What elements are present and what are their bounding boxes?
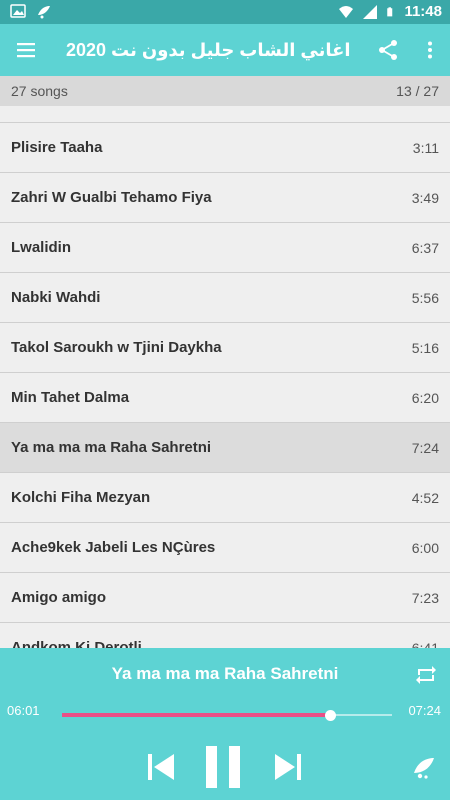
song-duration: 3:49 [411, 189, 439, 206]
song-title: Andkom Ki Derotli [11, 639, 142, 648]
song-row[interactable]: Plisire Taaha 3:11 [0, 122, 450, 172]
song-duration: 6:37 [411, 239, 439, 256]
song-row[interactable]: Nabki Wahdi 5:56 [0, 272, 450, 322]
more-vert-icon [428, 41, 432, 59]
song-title: Kolchi Fiha Mezyan [11, 489, 151, 506]
song-title: Nabki Wahdi [11, 289, 101, 306]
signal-icon [363, 4, 378, 19]
pause-button[interactable] [201, 743, 245, 791]
skip-previous-icon [148, 754, 174, 780]
previous-button[interactable] [143, 743, 179, 791]
song-title: Takol Saroukh w Tjini Daykha [11, 339, 222, 356]
wifi-icon [339, 5, 354, 18]
status-time: 11:48 [404, 3, 442, 20]
song-duration: 6:00 [411, 539, 439, 556]
song-duration: 4:52 [411, 489, 439, 506]
song-title: Zahri W Gualbi Tehamo Fiya [11, 189, 212, 206]
song-row[interactable]: Kolchi Fiha Mezyan 4:52 [0, 472, 450, 522]
song-list[interactable]: Plisire Taaha 3:11 Zahri W Gualbi Tehamo F… [0, 122, 450, 648]
status-bar: 11:48 [0, 0, 450, 24]
menu-icon [17, 43, 35, 58]
song-duration: 7:24 [411, 439, 439, 456]
song-title: Min Tahet Dalma [11, 389, 130, 406]
battery-icon [387, 6, 393, 16]
next-button[interactable] [270, 743, 306, 791]
menu-button[interactable] [0, 24, 52, 76]
song-row[interactable]: Zahri W Gualbi Tehamo Fiya 3:49 [0, 172, 450, 222]
seek-progress [62, 713, 331, 717]
app-title: اغاني الشاب جليل بدون نت 2020 [66, 39, 351, 60]
status-bar-notifications [10, 3, 52, 19]
song-title: Lwalidin [11, 239, 71, 256]
seek-bar[interactable] [62, 708, 392, 722]
leaf-logo-icon[interactable] [411, 754, 437, 780]
current-time: 06:01 [7, 703, 40, 718]
song-duration: 5:56 [411, 289, 439, 306]
song-duration: 7:23 [411, 589, 439, 606]
song-position: 13 / 27 [396, 83, 439, 99]
song-duration: 5:16 [411, 339, 439, 356]
song-duration: 6:20 [411, 389, 439, 406]
song-title: Ache9kek Jabeli Les NÇùres [11, 539, 216, 556]
total-time: 07:24 [408, 703, 441, 718]
seek-thumb[interactable] [325, 710, 337, 721]
pause-icon [206, 746, 240, 788]
repeat-icon[interactable] [413, 662, 439, 688]
song-row[interactable]: Ya ma ma ma Raha Sahretni 7:24 [0, 422, 450, 472]
song-duration: 6:41 [411, 639, 439, 649]
list-header: 27 songs 13 / 27 [0, 76, 450, 106]
share-icon[interactable] [376, 38, 400, 62]
song-row[interactable]: Ache9kek Jabeli Les NÇùres 6:00 [0, 522, 450, 572]
song-row[interactable]: Andkom Ki Derotli 6:41 [0, 622, 450, 648]
more-options-button[interactable] [418, 38, 442, 62]
song-row[interactable]: Amigo amigo 7:23 [0, 572, 450, 622]
player-panel: Ya ma ma ma Raha Sahretni 06:01 07:24 [0, 648, 450, 800]
song-title: Ya ma ma ma Raha Sahretni [11, 439, 212, 456]
song-row[interactable]: Takol Saroukh w Tjini Daykha 5:16 [0, 322, 450, 372]
status-bar-system: 11:48 [338, 3, 442, 20]
song-duration: 3:11 [412, 139, 439, 156]
song-row[interactable]: Min Tahet Dalma 6:20 [0, 372, 450, 422]
leaf-logo-icon [38, 6, 50, 19]
song-title: Plisire Taaha [11, 139, 103, 156]
song-count: 27 songs [11, 83, 68, 99]
song-row[interactable]: Lwalidin 6:37 [0, 222, 450, 272]
app-bar: اغاني الشاب جليل بدون نت 2020 [0, 24, 450, 76]
image-icon [10, 4, 26, 18]
song-title: Amigo amigo [11, 589, 107, 606]
skip-next-icon [275, 754, 301, 780]
now-playing-title: Ya ma ma ma Raha Sahretni [111, 664, 339, 683]
